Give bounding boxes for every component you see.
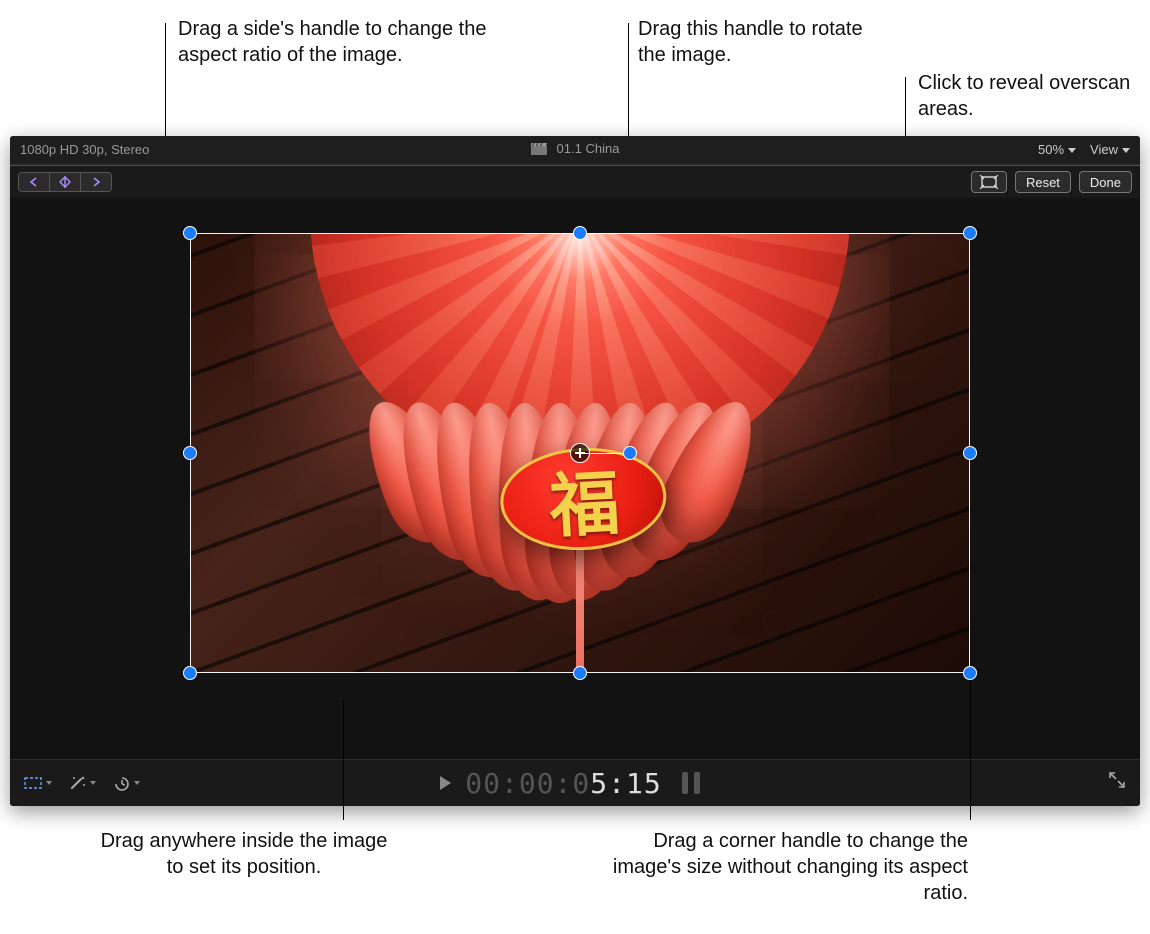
done-button[interactable]: Done: [1079, 171, 1132, 193]
effects-popup-button[interactable]: [24, 772, 52, 794]
clip-name: 01.1 China: [557, 136, 620, 163]
enhance-popup-button[interactable]: [68, 772, 96, 794]
timecode-bright: 5:15: [590, 767, 661, 800]
side-handle-bottom[interactable]: [573, 666, 587, 680]
overscan-toggle-button[interactable]: [971, 171, 1007, 193]
corner-handle-bl[interactable]: [183, 666, 197, 680]
zoom-label: 50%: [1038, 136, 1064, 164]
transform-toolbar: Reset Done: [10, 165, 1140, 198]
corner-handle-tr[interactable]: [963, 226, 977, 240]
chevron-down-icon: [1068, 148, 1076, 153]
view-label: View: [1090, 136, 1118, 164]
side-handle-right[interactable]: [963, 446, 977, 460]
playhead-sync-button[interactable]: [50, 173, 81, 191]
chevron-down-icon: [90, 781, 96, 785]
prev-edit-button[interactable]: [19, 173, 50, 191]
callout-rotation-handle: Drag this handle to rotate the image.: [638, 16, 868, 68]
edit-nav-segmented: [18, 172, 112, 192]
chevron-down-icon: [134, 781, 140, 785]
loop-marks-icon: [676, 770, 710, 796]
clapper-icon: [531, 143, 547, 155]
info-bar: 1080p HD 30p, Stereo 01.1 China 50%: [10, 136, 1140, 165]
rotation-handle[interactable]: [623, 446, 637, 460]
callout-position: Drag anywhere inside the image to set it…: [94, 828, 394, 880]
overscan-icon: [979, 175, 999, 189]
viewer-canvas[interactable]: 福: [10, 198, 1140, 760]
next-edit-button[interactable]: [81, 173, 111, 191]
fu-character: 福: [501, 447, 666, 551]
chevron-down-icon: [46, 781, 52, 785]
format-label: 1080p HD 30p, Stereo: [10, 136, 149, 164]
play-button[interactable]: [440, 776, 451, 790]
callout-side-handle: Drag a side's handle to change the aspec…: [178, 16, 488, 68]
timecode-display[interactable]: 00:00:05:15: [465, 767, 661, 800]
callout-corner-handle: Drag a corner handle to change the image…: [598, 828, 968, 906]
leader-line: [970, 680, 971, 820]
timecode-dim: 00:00:0: [465, 767, 590, 800]
zoom-dropdown[interactable]: 50%: [1038, 136, 1076, 164]
fullscreen-button[interactable]: [1108, 771, 1126, 795]
retime-popup-button[interactable]: [112, 772, 140, 794]
leader-line: [343, 700, 344, 820]
side-handle-left[interactable]: [183, 446, 197, 460]
image-frame[interactable]: 福: [190, 233, 970, 673]
clip-name-area: 01.1 China: [10, 136, 1140, 165]
view-dropdown[interactable]: View: [1090, 136, 1130, 164]
side-handle-top[interactable]: [573, 226, 587, 240]
chevron-down-icon: [1122, 148, 1130, 153]
corner-handle-tl[interactable]: [183, 226, 197, 240]
corner-handle-br[interactable]: [963, 666, 977, 680]
reset-button[interactable]: Reset: [1015, 171, 1071, 193]
callout-overscan: Click to reveal overscan areas.: [918, 70, 1138, 122]
